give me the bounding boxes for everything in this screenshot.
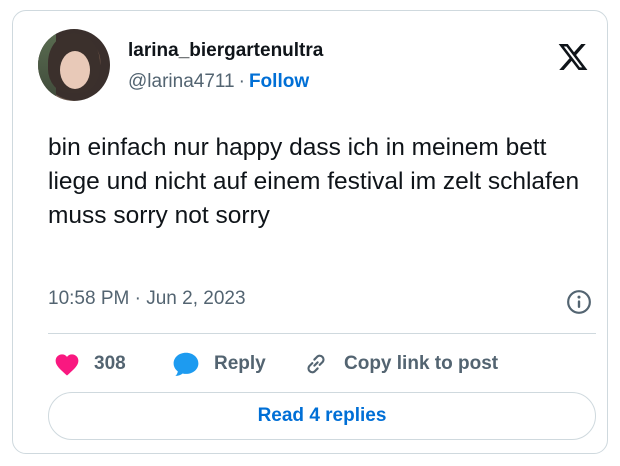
info-icon[interactable] — [566, 289, 592, 315]
divider — [48, 333, 596, 334]
like-count: 308 — [94, 353, 126, 374]
reply-bubble-icon — [173, 352, 199, 376]
x-logo-icon[interactable] — [556, 41, 590, 73]
copy-link-label: Copy link to post — [344, 353, 499, 374]
like-button[interactable]: 308 — [54, 348, 126, 380]
display-name[interactable]: larina_biergartenultra — [128, 39, 323, 63]
reply-label: Reply — [214, 353, 266, 374]
tweet-text: bin einfach nur happy dass ich in meinem… — [48, 134, 580, 229]
handle-line: @larina4711 · Follow — [128, 70, 309, 94]
action-bar: 308 Reply Copy link to post — [48, 348, 596, 380]
reply-button[interactable]: Reply — [172, 348, 266, 380]
separator-dot: · — [238, 71, 245, 92]
avatar[interactable] — [38, 29, 110, 101]
heart-icon — [55, 354, 79, 376]
avatar-face — [60, 51, 90, 89]
user-handle[interactable]: @larina4711 — [128, 71, 235, 92]
tweet-card: larina_biergartenultra @larina4711 · Follo… — [12, 10, 608, 454]
read-replies-button[interactable]: Read 4 replies — [48, 392, 596, 440]
link-icon — [307, 354, 325, 374]
copy-link-button[interactable]: Copy link to post — [302, 348, 498, 380]
tweet-timestamp[interactable]: 10:58 PM · Jun 2, 2023 — [48, 287, 246, 311]
follow-button[interactable]: Follow — [249, 71, 309, 92]
